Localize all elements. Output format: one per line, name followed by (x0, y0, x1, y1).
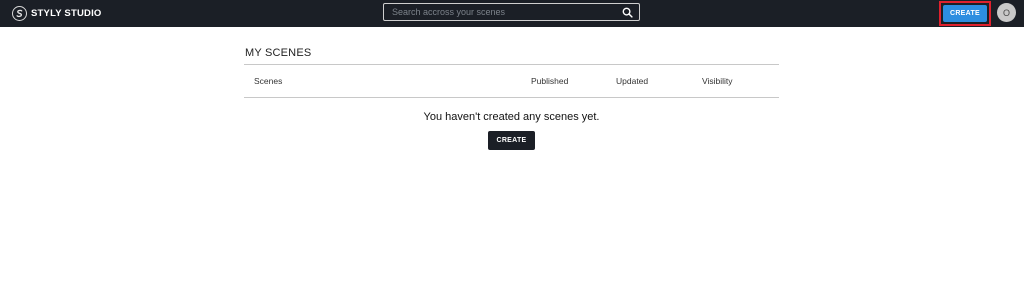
column-header-visibility[interactable]: Visibility (702, 76, 733, 86)
search-icon[interactable] (622, 7, 633, 18)
top-navigation-bar: STYLY STUDIO CREATE O (0, 0, 1024, 27)
create-scene-button[interactable]: CREATE (488, 131, 535, 150)
table-header-bottom-divider (244, 97, 779, 98)
column-header-updated[interactable]: Updated (616, 76, 648, 86)
column-header-published[interactable]: Published (531, 76, 568, 86)
table-header-top-divider (244, 64, 779, 65)
user-avatar[interactable]: O (997, 3, 1016, 22)
styly-studio-logo[interactable]: STYLY STUDIO (12, 4, 102, 23)
search-bar (383, 3, 640, 21)
page-title: MY SCENES (245, 47, 312, 59)
empty-state-message: You haven't created any scenes yet. (423, 111, 600, 123)
create-button-header[interactable]: CREATE (943, 5, 987, 22)
logo-text: STYLY STUDIO (31, 8, 102, 19)
create-button-highlight: CREATE (939, 1, 991, 26)
column-header-scenes[interactable]: Scenes (254, 76, 282, 86)
styly-logo-icon (12, 6, 27, 21)
search-input[interactable] (392, 4, 622, 20)
